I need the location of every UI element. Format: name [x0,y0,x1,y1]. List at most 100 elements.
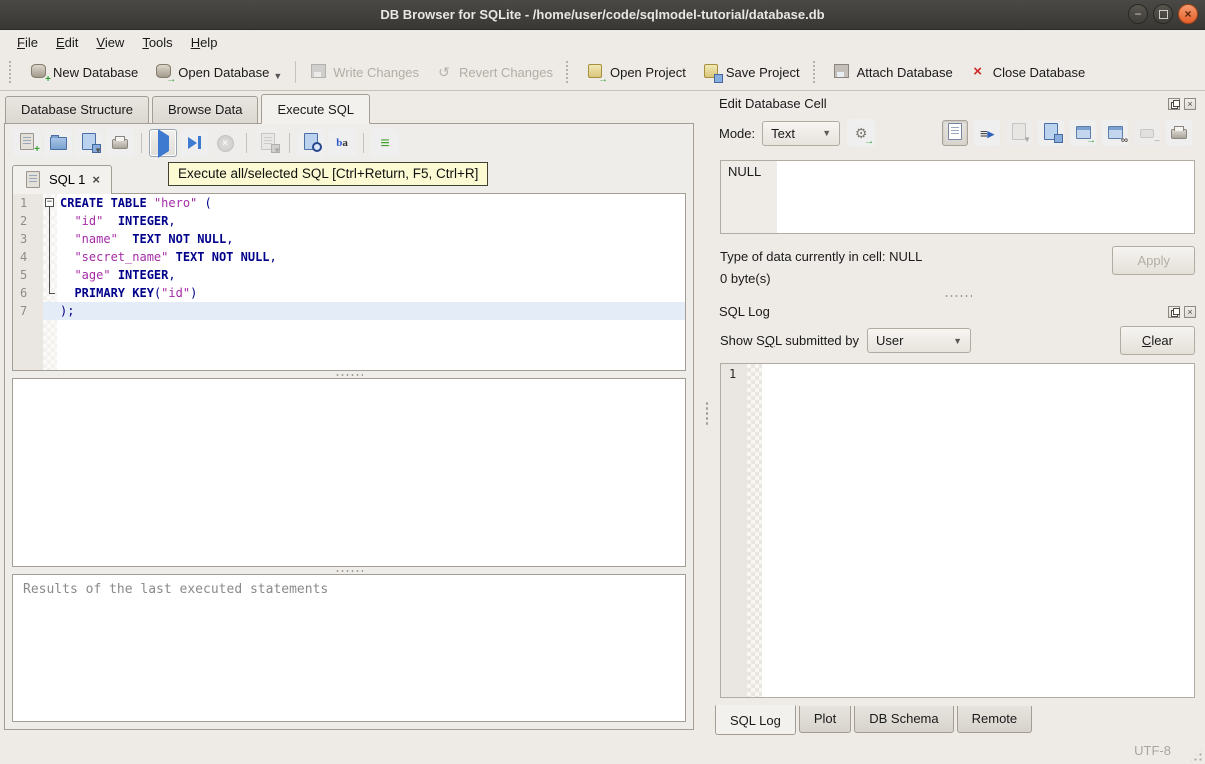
save-project-button[interactable]: Save Project [694,58,808,87]
close-database-button[interactable]: × Close Database [961,59,1094,86]
line-number[interactable]: 6 [13,284,43,302]
replace-button[interactable]: ba [328,129,356,157]
line-number[interactable]: 5 [13,266,43,284]
close-tab-icon[interactable]: × [92,173,100,186]
tab-execute-sql[interactable]: Execute SQL [261,94,371,124]
link-button[interactable]: ∞ [1102,120,1128,146]
mode-select[interactable]: Text ▼ [762,120,841,146]
float-dock-icon[interactable] [1168,305,1180,318]
menu-tools[interactable]: Tools [133,32,181,53]
new-database-button[interactable]: + New Database [21,58,146,87]
code-line-3: 3 "name" TEXT NOT NULL, [13,230,685,248]
encoding-indicator[interactable]: UTF-8 [1134,743,1171,758]
mode-label: Mode: [719,125,756,141]
execute-all-icon [157,128,169,158]
editor-empty-area[interactable] [13,320,685,370]
open-database-button[interactable]: → Open Database ▼ [146,58,290,87]
attach-database-button[interactable]: Attach Database [825,58,961,87]
fold-margin[interactable]: − [43,194,57,212]
apply-settings-button[interactable]: ⚙ → [847,119,876,147]
sql-log-view[interactable]: 1 [720,363,1195,698]
cell-value-area[interactable] [777,161,1194,233]
float-dock-icon[interactable] [1168,97,1180,110]
fold-margin[interactable] [43,284,57,302]
fold-margin[interactable] [43,248,57,266]
titlebar[interactable]: DB Browser for SQLite - /home/user/code/… [0,0,1205,30]
line-number[interactable]: 2 [13,212,43,230]
save-sql-file-button[interactable]: ▼ [75,129,103,157]
chevron-down-icon[interactable]: ▼ [273,71,282,81]
menu-view[interactable]: View [87,32,133,53]
print-button[interactable] [106,129,134,157]
toolbar-handle[interactable] [9,61,16,83]
results-grid[interactable] [12,378,686,567]
open-in-external-button[interactable]: → [1070,120,1096,146]
auto-format-button[interactable]: ≡ [371,129,399,157]
dock-tab-db-schema[interactable]: DB Schema [854,706,954,733]
line-number[interactable]: 7 [13,302,43,320]
sql-document-tab[interactable]: SQL 1 × [12,165,112,194]
log-text-area[interactable] [762,364,1194,697]
dock-tab-remote[interactable]: Remote [956,706,1033,733]
splitter-left-right[interactable] [703,91,710,736]
toolbar-separator [289,133,290,153]
code-text[interactable]: "id" INTEGER, [57,212,685,230]
resize-grip-icon[interactable] [1189,748,1203,762]
close-button[interactable]: × [1178,4,1198,24]
edit-cell-dock-header: Edit Database Cell × [710,91,1205,114]
find-button[interactable] [297,129,325,157]
sql-toolbar: + ▼ × ▼ ba ≡ [5,124,693,162]
log-line-number: 1 [721,364,747,697]
dock-tab-plot[interactable]: Plot [798,706,852,733]
close-dock-icon[interactable]: × [1184,97,1196,110]
results-message-area[interactable]: Results of the last executed statements [12,574,686,722]
splitter-results-messages[interactable] [5,567,693,574]
tab-database-structure[interactable]: Database Structure [5,96,150,123]
menu-file[interactable]: File [8,32,47,53]
splitter-cell-log[interactable] [710,292,1205,299]
minimize-button[interactable]: − [1128,4,1148,24]
sql-code-editor[interactable]: 1− CREATE TABLE "hero" ( 2 "id" INTEGER, 3 … [12,193,686,371]
menu-edit[interactable]: Edit [47,32,87,53]
new-sql-tab-button[interactable]: + [13,129,41,157]
code-text[interactable]: PRIMARY KEY("id") [57,284,685,302]
clear-button[interactable]: Clear [1119,326,1195,355]
fold-margin[interactable] [43,230,57,248]
open-project-button[interactable]: → Open Project [578,58,694,87]
splitter-editor-results[interactable] [5,371,693,378]
attach-database-icon [833,63,851,82]
toolbar-handle[interactable] [565,61,573,83]
execute-all-button[interactable] [149,128,177,158]
apply-button[interactable]: Apply [1112,246,1195,275]
toolbar-handle[interactable] [812,61,820,83]
line-number[interactable]: 4 [13,248,43,266]
fold-margin[interactable] [43,266,57,284]
chevron-down-icon: ▼ [822,128,832,138]
code-text[interactable]: "name" TEXT NOT NULL, [57,230,685,248]
fold-margin[interactable] [43,302,57,320]
open-sql-file-button[interactable] [44,129,72,157]
code-text[interactable]: "secret_name" TEXT NOT NULL, [57,248,685,266]
print-cell-button[interactable] [1166,120,1192,146]
code-text[interactable]: "age" INTEGER, [57,266,685,284]
line-number[interactable]: 1 [13,194,43,212]
fold-margin[interactable] [43,212,57,230]
code-text[interactable]: CREATE TABLE "hero" ( [57,194,685,212]
menu-help[interactable]: Help [182,32,227,53]
cell-value-editor[interactable]: NULL [720,160,1195,234]
code-text[interactable]: ); [57,302,685,320]
close-dock-icon[interactable]: × [1184,305,1196,318]
line-number[interactable]: 3 [13,230,43,248]
word-wrap-button[interactable]: ≡▸ [974,120,1000,146]
left-pane: Database Structure Browse Data Execute SQL… [0,91,703,736]
write-changes-icon [309,63,327,82]
text-document-button[interactable] [942,120,968,146]
execute-current-line-button[interactable] [180,129,208,157]
log-fold-margin [747,364,762,697]
write-changes-button: Write Changes [301,58,427,87]
maximize-button[interactable] [1153,4,1173,24]
dock-tab-sql-log[interactable]: SQL Log [715,705,796,735]
export-data-button[interactable] [1038,120,1064,146]
tab-browse-data[interactable]: Browse Data [152,96,259,123]
submitted-by-select[interactable]: User ▼ [867,328,971,353]
